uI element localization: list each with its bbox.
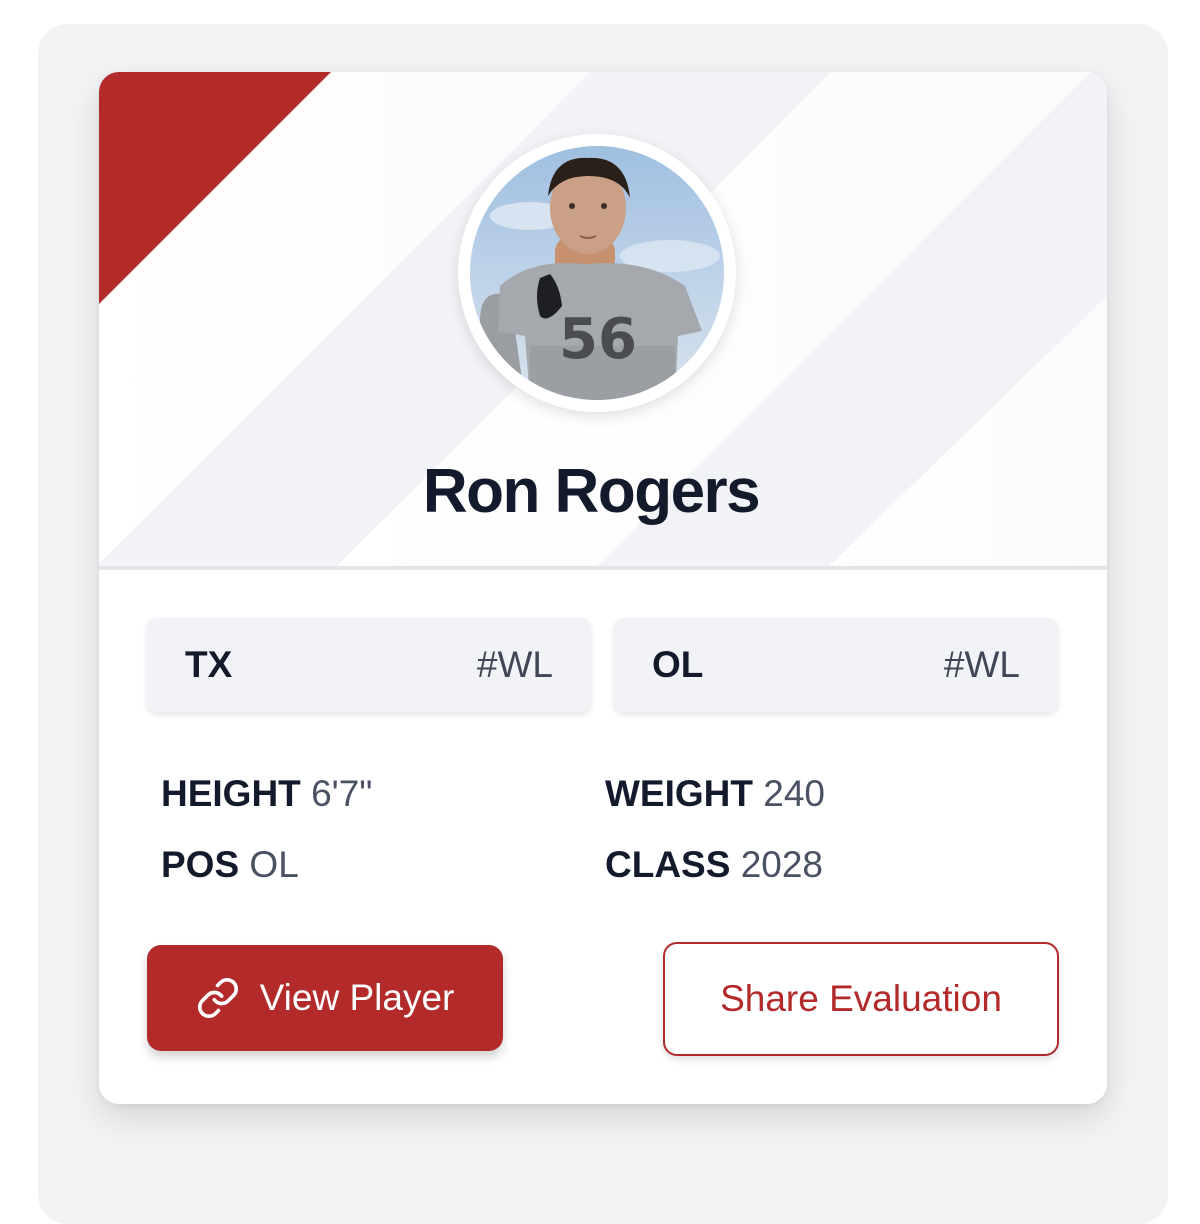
player-avatar: 56: [470, 146, 724, 400]
stat-weight-label: WEIGHT: [605, 773, 753, 814]
view-player-button[interactable]: View Player: [147, 945, 503, 1051]
state-tag-label: TX: [185, 644, 233, 685]
stat-class-value: 2028: [740, 844, 823, 885]
stat-pos: POS OL: [161, 843, 299, 887]
stat-height-label: HEIGHT: [161, 773, 301, 814]
view-player-label: View Player: [259, 977, 455, 1018]
share-evaluation-label: Share Evaluation: [720, 978, 1002, 1019]
hero-divider: [99, 566, 1107, 570]
stat-pos-label: POS: [161, 844, 240, 885]
stat-weight-value: 240: [763, 773, 825, 814]
share-evaluation-button[interactable]: Share Evaluation: [663, 942, 1059, 1056]
player-name: Ron Rogers: [422, 457, 761, 526]
stat-height: HEIGHT 6'7": [161, 772, 372, 816]
jersey-number: 56: [559, 307, 637, 372]
player-photo: 56: [470, 146, 724, 400]
position-tag-rank: #WL: [943, 644, 1020, 685]
card-hero: 56 Ron Rogers: [99, 72, 1107, 566]
link-icon: [197, 977, 238, 1019]
stat-class: CLASS 2028: [605, 843, 823, 887]
state-tag: TX #WL: [147, 618, 591, 712]
state-tag-rank: #WL: [476, 644, 553, 685]
player-card: 56 Ron Rogers TX #WL OL #WL HEIGHT 6'7" …: [99, 72, 1107, 1104]
stat-height-value: 6'7": [311, 773, 373, 814]
stat-class-label: CLASS: [605, 844, 731, 885]
position-tag-label: OL: [652, 644, 704, 685]
stat-pos-value: OL: [249, 844, 299, 885]
stat-weight: WEIGHT 240: [605, 772, 825, 816]
position-tag: OL #WL: [614, 618, 1058, 712]
avatar-ring: 56: [458, 134, 736, 412]
